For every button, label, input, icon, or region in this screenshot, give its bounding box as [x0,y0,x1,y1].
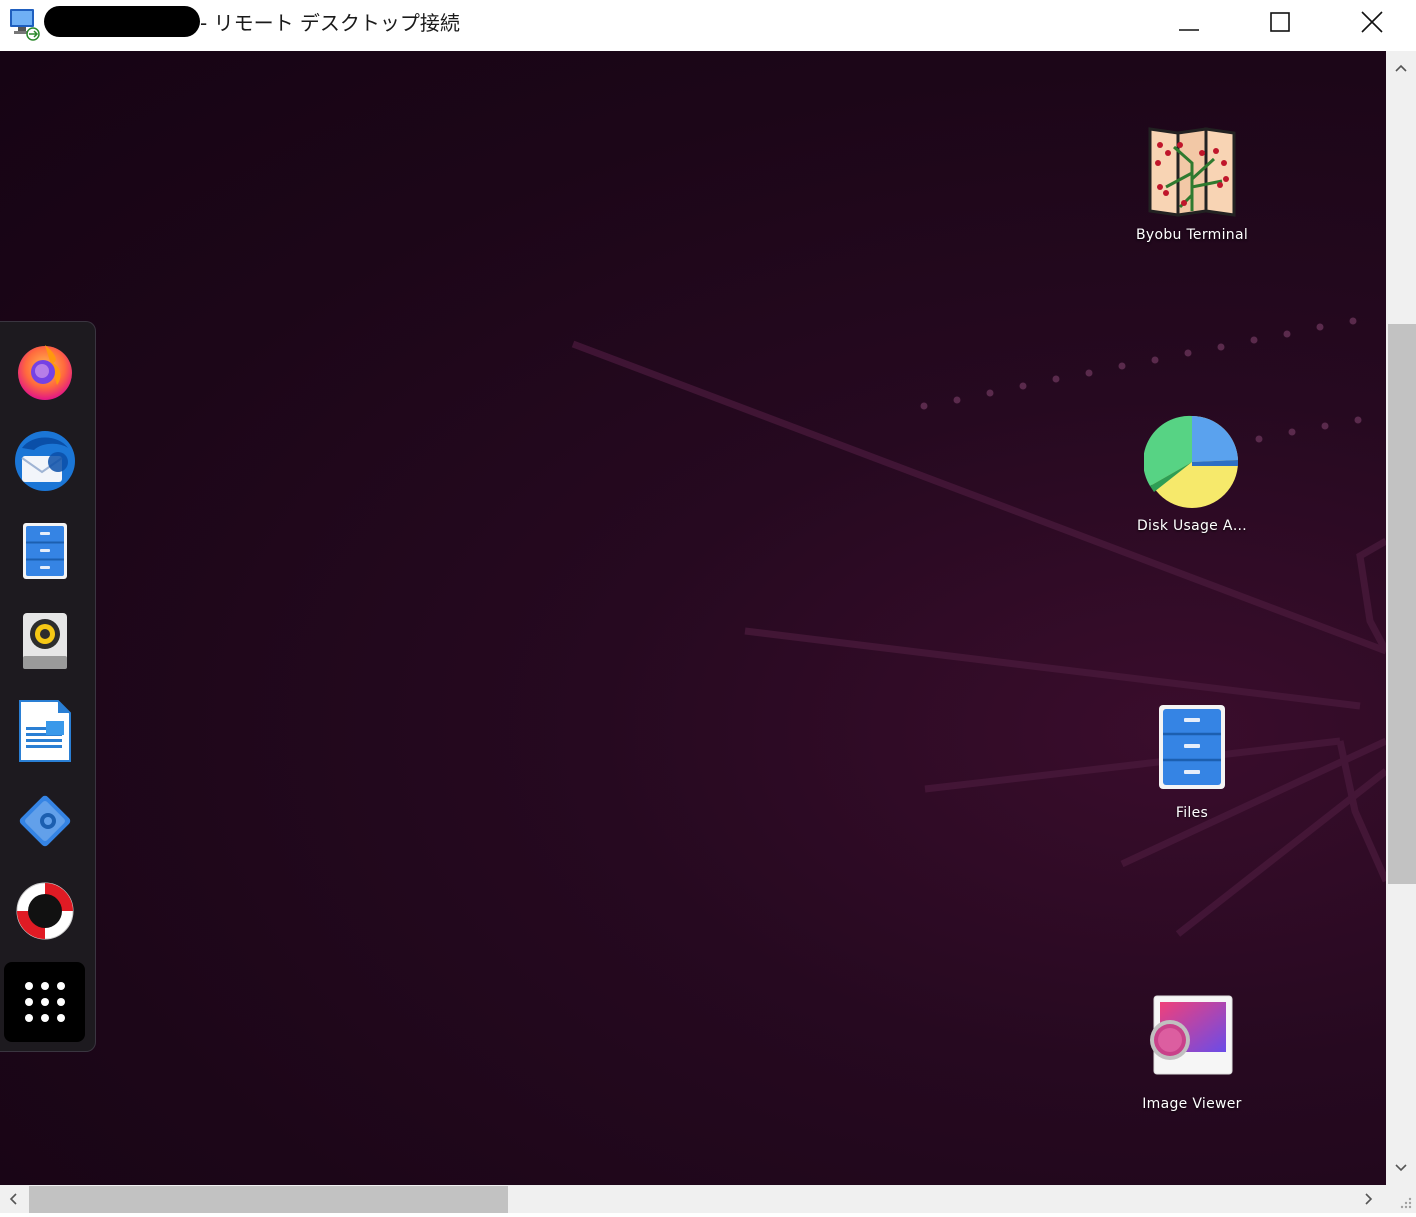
minimize-icon [1179,29,1199,31]
show-apps-grid-icon [24,982,65,1022]
vertical-scroll-thumb[interactable] [1388,324,1416,884]
dock [0,321,96,1052]
maximize-icon [1270,12,1290,32]
desktop-icon-label: Files [1175,805,1209,821]
maximize-button[interactable] [1234,0,1326,44]
help-icon [16,882,74,940]
desktop-icon-image-viewer[interactable]: Image Viewer [1122,992,1262,1112]
close-button[interactable] [1326,0,1416,44]
dock-item-thunderbird[interactable] [10,426,80,496]
close-icon [1361,11,1383,33]
desktop-icon-disk-usage[interactable]: Disk Usage A… [1122,414,1262,534]
dock-item-rhythmbox[interactable] [10,606,80,676]
chevron-left-icon [9,1193,17,1205]
desktop-icon-files[interactable]: Files [1122,701,1262,821]
title-bar: - リモート デスクトップ接続 [0,0,1416,51]
remote-desktop-icon [8,7,42,41]
dock-item-firefox[interactable] [10,336,80,406]
scroll-left-button[interactable] [0,1185,26,1213]
thunderbird-icon [15,431,75,491]
rhythmbox-icon [23,613,67,669]
files-icon [23,523,67,579]
dock-item-help[interactable] [10,876,80,946]
redacted-host-name [44,6,200,37]
libreoffice-writer-icon [19,700,71,762]
disk-usage-icon [1144,415,1238,508]
chevron-right-icon [1365,1193,1373,1205]
minimize-button[interactable] [1143,0,1235,44]
chevron-up-icon [1395,64,1407,72]
horizontal-scrollbar[interactable] [0,1185,1386,1213]
resize-grip-icon [1400,1197,1412,1209]
horizontal-scroll-thumb[interactable] [29,1186,508,1213]
desktop-icon-label: Byobu Terminal [1135,227,1249,243]
scroll-down-button[interactable] [1386,1155,1416,1181]
show-apps-button[interactable] [4,962,85,1042]
image-viewer-icon [1150,995,1233,1075]
desktop-icon-label: Image Viewer [1142,1096,1242,1112]
dock-item-files[interactable] [10,516,80,586]
remote-desktop-area[interactable]: Byobu Terminal Disk Usage A… Files Image… [0,51,1386,1185]
chevron-down-icon [1395,1164,1407,1172]
files-icon [1159,705,1225,789]
desktop-icon-label: Disk Usage A… [1136,518,1248,534]
dock-item-libreoffice-writer[interactable] [10,696,80,766]
firefox-icon [18,345,72,400]
dock-item-software[interactable] [10,786,80,856]
scroll-right-button[interactable] [1356,1185,1382,1213]
resize-grip[interactable] [1386,1185,1416,1213]
software-icon [19,795,71,847]
byobu-terminal-icon [1148,127,1236,217]
desktop-icon-byobu-terminal[interactable]: Byobu Terminal [1122,123,1262,243]
vertical-scrollbar[interactable] [1386,51,1416,1185]
window-title: - リモート デスクトップ接続 [200,11,460,35]
scroll-up-button[interactable] [1386,55,1416,81]
